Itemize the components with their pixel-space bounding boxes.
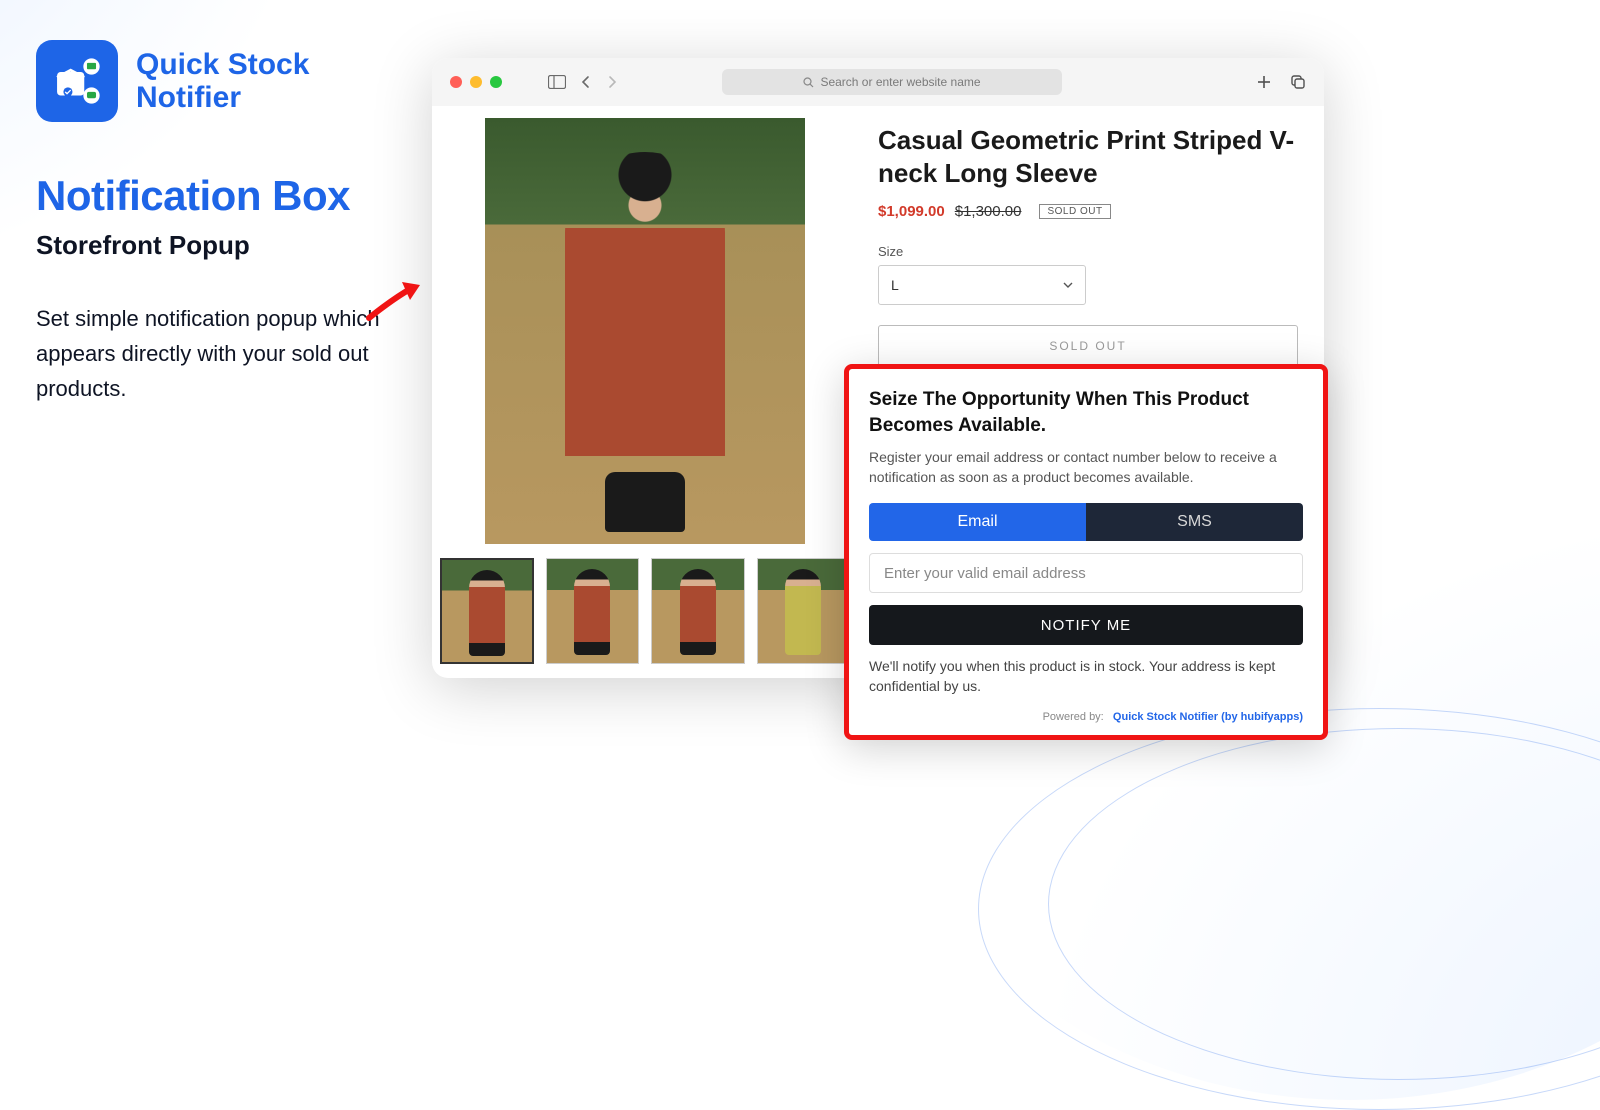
tab-email[interactable]: Email	[869, 503, 1086, 541]
powered-by: Powered by: Quick Stock Notifier (by hub…	[869, 711, 1303, 723]
app-brand: Quick Stock Notifier	[36, 40, 396, 122]
section-description: Set simple notification popup which appe…	[36, 301, 381, 407]
thumbnail-2[interactable]	[546, 558, 639, 664]
app-logo-icon	[36, 40, 118, 122]
sold-out-badge: SOLD OUT	[1039, 204, 1110, 219]
left-panel: Quick Stock Notifier Notification Box St…	[36, 40, 396, 407]
powered-by-label: Powered by:	[1043, 711, 1104, 723]
price-row: $1,099.00 $1,300.00 SOLD OUT	[878, 203, 1308, 220]
app-name-line2: Notifier	[136, 81, 309, 114]
maximize-window-button[interactable]	[490, 76, 502, 88]
product-title: Casual Geometric Print Striped V-neck Lo…	[878, 124, 1308, 189]
tabs-overview-button[interactable]	[1290, 74, 1306, 90]
forward-button[interactable]	[606, 75, 618, 89]
thumbnail-1[interactable]	[440, 558, 534, 664]
size-select[interactable]: L	[878, 265, 1086, 305]
notify-tabs: Email SMS	[869, 503, 1303, 541]
product-thumbnails	[440, 558, 850, 664]
size-label: Size	[878, 244, 1308, 259]
browser-toolbar: Search or enter website name	[432, 58, 1324, 106]
arrow-icon	[364, 270, 434, 335]
notify-title: Seize The Opportunity When This Product …	[869, 387, 1303, 438]
close-window-button[interactable]	[450, 76, 462, 88]
notify-footer-text: We'll notify you when this product is in…	[869, 657, 1303, 696]
app-name-line1: Quick Stock	[136, 48, 309, 81]
notification-box: Seize The Opportunity When This Product …	[844, 364, 1328, 740]
section-subheading: Storefront Popup	[36, 230, 396, 261]
powered-by-link[interactable]: Quick Stock Notifier (by hubifyapps)	[1113, 711, 1303, 723]
tab-sms[interactable]: SMS	[1086, 503, 1303, 541]
chevron-down-icon	[1063, 282, 1073, 288]
section-heading: Notification Box	[36, 172, 396, 220]
product-compare-price: $1,300.00	[955, 203, 1022, 220]
thumbnail-3[interactable]	[651, 558, 744, 664]
product-gallery	[440, 118, 850, 664]
sold-out-button: SOLD OUT	[878, 325, 1298, 367]
email-input[interactable]: Enter your valid email address	[869, 553, 1303, 593]
notify-subtitle: Register your email address or contact n…	[869, 448, 1303, 487]
address-bar-placeholder: Search or enter website name	[820, 75, 980, 89]
minimize-window-button[interactable]	[470, 76, 482, 88]
address-bar[interactable]: Search or enter website name	[722, 69, 1062, 95]
traffic-lights	[450, 76, 502, 88]
product-main-image[interactable]	[485, 118, 805, 544]
sidebar-toggle-icon[interactable]	[548, 75, 566, 89]
notify-me-button[interactable]: NOTIFY ME	[869, 605, 1303, 645]
new-tab-button[interactable]	[1256, 74, 1272, 90]
size-value: L	[891, 277, 899, 293]
search-icon	[803, 77, 814, 88]
email-placeholder: Enter your valid email address	[884, 565, 1086, 582]
thumbnail-4[interactable]	[757, 558, 850, 664]
back-button[interactable]	[580, 75, 592, 89]
app-name: Quick Stock Notifier	[136, 48, 309, 114]
product-price: $1,099.00	[878, 203, 945, 220]
